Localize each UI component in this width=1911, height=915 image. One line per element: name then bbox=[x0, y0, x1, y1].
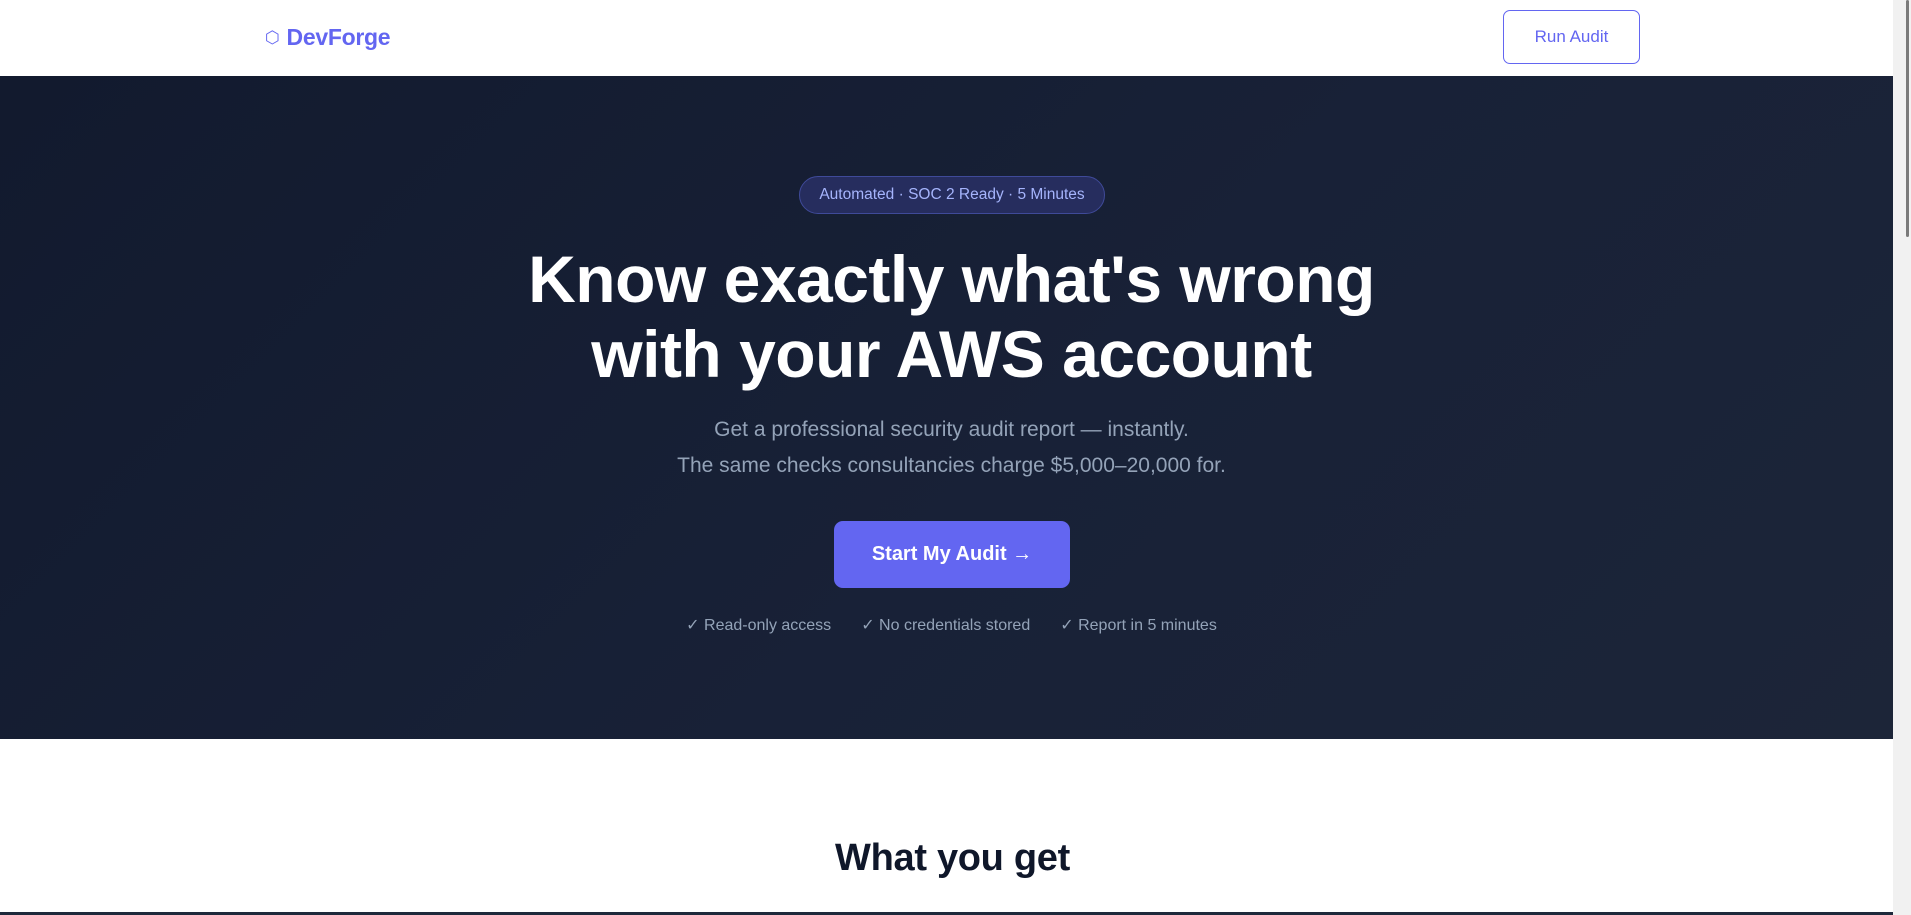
scrollbar-thumb[interactable] bbox=[1906, 0, 1909, 237]
hexagon-icon: ⬡ bbox=[265, 28, 280, 47]
trust-item-no-credentials: ✓ No credentials stored bbox=[861, 617, 1031, 634]
top-navbar: ⬡ DevForge Run Audit bbox=[0, 0, 1893, 76]
hero-subtitle: Get a professional security audit report… bbox=[0, 412, 1903, 484]
page: ⬡ DevForge Run Audit Automated · SOC 2 R… bbox=[0, 0, 1911, 915]
hero-section: Automated · SOC 2 Ready · 5 Minutes Know… bbox=[0, 76, 1893, 739]
hero-badge: Automated · SOC 2 Ready · 5 Minutes bbox=[799, 176, 1105, 214]
hero-subtitle-line: The same checks consultancies charge $5,… bbox=[677, 454, 1226, 477]
hero-title-line: Know exactly what's wrong bbox=[528, 242, 1375, 316]
hero-title-line: with your AWS account bbox=[591, 317, 1312, 391]
trust-item-read-only: ✓ Read-only access bbox=[686, 617, 832, 634]
hero-subtitle-line: Get a professional security audit report… bbox=[714, 418, 1189, 441]
run-audit-button[interactable]: Run Audit bbox=[1503, 10, 1640, 64]
start-audit-button[interactable]: Start My Audit → bbox=[834, 521, 1070, 588]
trust-item-report-time: ✓ Report in 5 minutes bbox=[1060, 617, 1217, 634]
features-section-title: What you get bbox=[835, 837, 1070, 879]
brand-logo[interactable]: ⬡ DevForge bbox=[265, 24, 391, 51]
trust-indicators: ✓ Read-only access ✓ No credentials stor… bbox=[0, 615, 1903, 635]
brand-name: DevForge bbox=[286, 24, 391, 50]
hero-title: Know exactly what's wrong with your AWS … bbox=[0, 242, 1903, 392]
